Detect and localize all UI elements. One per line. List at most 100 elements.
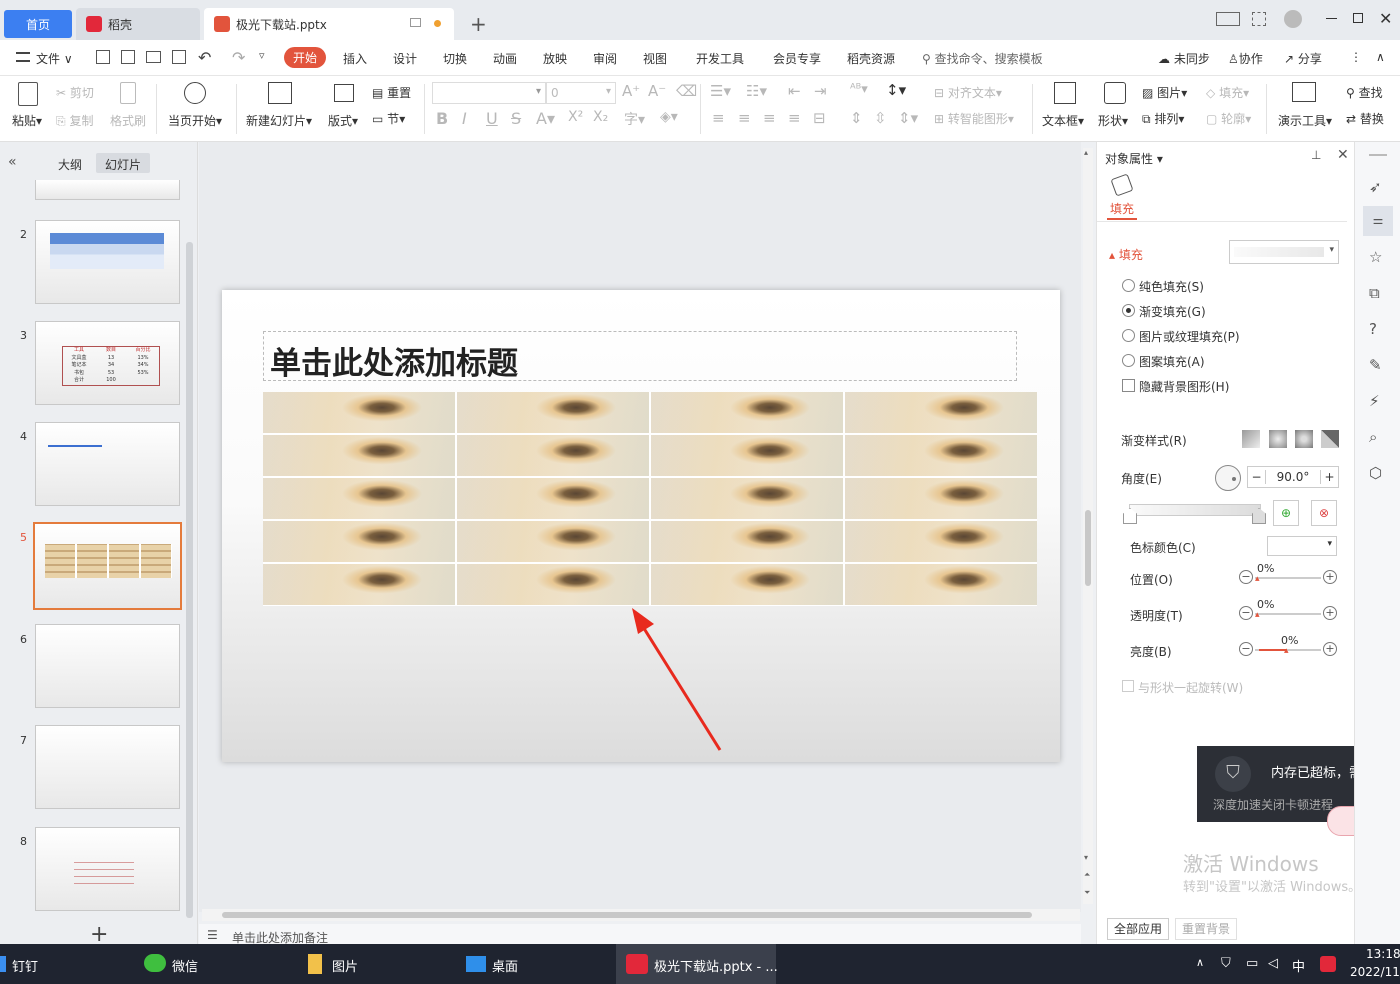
title-placeholder[interactable]: 单击此处添加标题 [263, 331, 1017, 382]
menu-design[interactable]: 设计 [393, 50, 417, 67]
align-right-icon[interactable]: ≡ [763, 109, 776, 127]
grow-font-icon[interactable]: A⁺ [622, 82, 640, 100]
image-cell[interactable] [457, 392, 649, 433]
tray-expand-icon[interactable]: ∧ [1196, 956, 1204, 969]
menu-animation[interactable]: 动画 [493, 50, 517, 67]
image-cell[interactable] [263, 392, 455, 433]
horizontal-scroll-thumb[interactable] [222, 912, 1032, 918]
transparency-decrease-icon[interactable]: − [1239, 606, 1253, 620]
image-cell[interactable] [457, 478, 649, 519]
layout-button[interactable]: 版式▾ [328, 112, 358, 129]
format-painter-button[interactable]: 格式刷 [110, 112, 146, 129]
lightning-icon[interactable]: ⚡ [1369, 392, 1380, 410]
redo-icon[interactable]: ↷ [232, 48, 245, 67]
scroll-up-icon[interactable]: ▴ [1084, 148, 1088, 157]
from-current-button[interactable]: 当页开始▾ [168, 112, 222, 129]
slide-thumbnail-4[interactable] [35, 422, 180, 506]
vertical-scroll-thumb[interactable] [1085, 510, 1091, 586]
ime-indicator[interactable]: 中 [1292, 956, 1305, 975]
menu-slideshow[interactable]: 放映 [543, 50, 567, 67]
angle-stepper[interactable]: − 90.0° + [1247, 466, 1339, 488]
arrange-button[interactable]: ⧉ 排列▾ [1142, 110, 1184, 127]
distribute-icon[interactable]: ⊟ [813, 109, 826, 127]
gradient-fill-radio[interactable] [1122, 304, 1135, 317]
image-table[interactable] [263, 392, 1037, 606]
align-center-icon[interactable]: ≡ [738, 109, 751, 127]
fill-button[interactable]: ◇ 填充▾ [1206, 84, 1249, 101]
para-spacing-icon[interactable]: ⇕ [850, 109, 863, 127]
position-increase-icon[interactable]: + [1323, 570, 1337, 584]
para-options-icon[interactable]: ⇕▾ [898, 109, 918, 127]
image-cell[interactable] [651, 478, 843, 519]
properties-icon[interactable]: ⚌ [1363, 206, 1393, 236]
clock-time[interactable]: 13:18 [1366, 947, 1400, 961]
tab-home[interactable]: 首页 [4, 10, 72, 38]
image-cell[interactable] [845, 435, 1037, 476]
slide-thumbnail-7[interactable] [35, 725, 180, 809]
outline-button[interactable]: ▢ 轮廓▾ [1206, 110, 1251, 127]
save-icon[interactable] [96, 50, 110, 64]
replace-button[interactable]: ⇄ 替换 [1346, 110, 1384, 127]
bold-icon[interactable]: B [436, 109, 448, 128]
linear-gradient-style[interactable] [1242, 430, 1260, 448]
reset-background-button[interactable]: 重置背景 [1175, 918, 1237, 940]
taskbar-pictures[interactable]: 图片 [332, 956, 358, 975]
transparency-increase-icon[interactable]: + [1323, 606, 1337, 620]
shape-button[interactable]: 形状▾ [1098, 112, 1128, 129]
italic-icon[interactable]: I [462, 109, 467, 128]
image-cell[interactable] [845, 478, 1037, 519]
brightness-decrease-icon[interactable]: − [1239, 642, 1253, 656]
grid-icon[interactable] [1252, 12, 1266, 26]
star-icon[interactable]: ☆ [1369, 248, 1382, 266]
share-button[interactable]: ↗ 分享 [1284, 50, 1322, 67]
notes-bar[interactable]: ☰ 单击此处添加备注 [199, 924, 1081, 945]
image-cell[interactable] [651, 435, 843, 476]
add-tab-button[interactable]: + [460, 8, 497, 40]
textbox-button[interactable]: 文本框▾ [1042, 112, 1084, 129]
increase-angle-icon[interactable]: + [1320, 470, 1338, 484]
gradient-bar[interactable] [1129, 504, 1261, 516]
book-search-icon[interactable]: ⌕ [1369, 428, 1377, 446]
image-cell[interactable] [651, 392, 843, 433]
paste-button[interactable]: 粘贴▾ [12, 112, 42, 129]
image-cell[interactable] [651, 564, 843, 605]
object-properties-header[interactable]: 对象属性 ▾ [1105, 150, 1163, 167]
highlight-icon[interactable]: ◈▾ [660, 109, 678, 125]
collapse-ribbon-icon[interactable]: ∧ [1376, 50, 1385, 64]
image-cell[interactable] [845, 564, 1037, 605]
menu-file[interactable]: 文件 ∨ [36, 50, 73, 67]
transparency-slider[interactable] [1255, 613, 1321, 615]
angle-dial[interactable] [1215, 465, 1241, 491]
decrease-angle-icon[interactable]: − [1248, 470, 1266, 484]
image-cell[interactable] [263, 478, 455, 519]
avatar[interactable] [1284, 10, 1302, 28]
menu-developer[interactable]: 开发工具 [696, 50, 744, 67]
column-icon[interactable]: ⇳ [874, 109, 887, 127]
print-preview-icon[interactable] [172, 50, 186, 64]
align-text-button[interactable]: ⊟ 对齐文本▾ [934, 84, 1002, 101]
page-down-icon[interactable]: ⏷ [1084, 888, 1090, 898]
transition-icon[interactable]: ⧉ [1369, 284, 1380, 302]
bullet-list-icon[interactable]: ☰▾ [710, 82, 731, 100]
font-size-select[interactable]: 0 ▾ [546, 82, 616, 104]
thumbnail-scrollbar[interactable] [186, 242, 193, 918]
position-decrease-icon[interactable]: − [1239, 570, 1253, 584]
quick-access-dropdown-icon[interactable]: ▿ [259, 49, 265, 62]
decrease-indent-icon[interactable]: ⇤ [788, 82, 801, 100]
rotate-with-shape-checkbox[interactable] [1122, 680, 1134, 692]
image-cell[interactable] [263, 435, 455, 476]
copy-button[interactable]: ⎘ 复制 [56, 112, 93, 129]
clear-format-icon[interactable]: ⌫ [676, 82, 697, 100]
menu-transition[interactable]: 切换 [443, 50, 467, 67]
scroll-down-icon[interactable]: ▾ [1084, 853, 1088, 862]
transparency-slider-thumb[interactable]: ▴ [1255, 610, 1260, 620]
present-tools-button[interactable]: 演示工具▾ [1278, 112, 1332, 129]
taskbar-desktop[interactable]: 桌面 [492, 956, 518, 975]
font-family-select[interactable]: ▾ [432, 82, 546, 104]
image-cell[interactable] [263, 564, 455, 605]
numbered-list-icon[interactable]: ☷▾ [746, 82, 767, 100]
subscript-icon[interactable]: X₂ [593, 109, 608, 125]
brightness-slider-thumb[interactable]: ▴ [1284, 646, 1289, 656]
path-gradient-style[interactable] [1321, 430, 1339, 448]
image-cell[interactable] [457, 564, 649, 605]
